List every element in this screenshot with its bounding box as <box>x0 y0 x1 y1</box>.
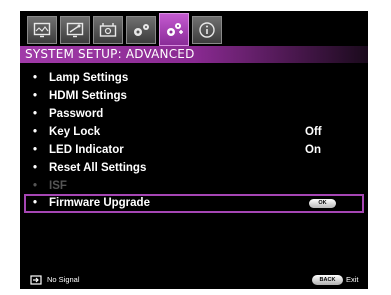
exit-label: Exit <box>346 275 359 284</box>
picture-advanced-icon <box>66 22 84 38</box>
system-setup-advanced-icon <box>167 22 183 36</box>
bullet: • <box>33 197 38 209</box>
menu-item-label: HDMI Settings <box>49 90 127 102</box>
menu-item-firmware-upgrade[interactable]: • Firmware Upgrade OK <box>24 194 364 213</box>
tab-picture[interactable] <box>27 16 57 44</box>
tab-picture-advanced[interactable] <box>60 16 90 44</box>
menu-title: SYSTEM SETUP: ADVANCED <box>25 47 195 61</box>
led-indicator-value: On <box>305 144 321 156</box>
audio-setup-icon <box>99 23 117 37</box>
bullet: • <box>33 180 38 192</box>
menu-footer: No Signal BACK Exit <box>20 271 368 289</box>
menu-item-reset-all-settings[interactable]: • Reset All Settings <box>25 159 363 177</box>
menu-item-isf: • ISF <box>25 177 363 195</box>
menu-item-label: Key Lock <box>49 126 101 138</box>
menu-item-key-lock[interactable]: • Key Lock Off <box>25 123 363 141</box>
tab-system-setup-advanced[interactable] <box>159 13 189 46</box>
menu-item-lamp-settings[interactable]: • Lamp Settings <box>25 69 363 87</box>
menu-item-label: ISF <box>49 180 67 192</box>
source-status: No Signal <box>47 275 80 284</box>
menu-item-led-indicator[interactable]: • LED Indicator On <box>25 141 363 159</box>
menu-title-bar: SYSTEM SETUP: ADVANCED <box>20 46 368 63</box>
back-button-hint: BACK <box>312 275 343 285</box>
ok-button-hint: OK <box>309 199 336 208</box>
bullet: • <box>33 126 38 138</box>
menu-tabs <box>20 11 368 46</box>
bullet: • <box>33 90 38 102</box>
bullet: • <box>33 72 38 84</box>
tab-information[interactable] <box>192 16 222 44</box>
tab-system-setup-basic[interactable] <box>126 16 156 44</box>
tab-audio-setup[interactable] <box>93 16 123 44</box>
bullet: • <box>33 144 38 156</box>
source-input-icon <box>30 275 42 285</box>
menu-item-hdmi-settings[interactable]: • HDMI Settings <box>25 87 363 105</box>
picture-icon <box>33 22 51 38</box>
bullet: • <box>33 108 38 120</box>
menu-item-label: Lamp Settings <box>49 72 129 84</box>
system-setup-basic-icon <box>134 24 149 36</box>
menu-item-label: Reset All Settings <box>49 162 147 174</box>
menu-item-password[interactable]: • Password <box>25 105 363 123</box>
bullet: • <box>33 162 38 174</box>
menu-item-label: Password <box>49 108 104 120</box>
menu-item-label: Firmware Upgrade <box>49 197 150 209</box>
info-icon <box>199 22 215 38</box>
osd-menu: SYSTEM SETUP: ADVANCED • Lamp Settings •… <box>20 11 368 289</box>
menu-item-label: LED Indicator <box>49 144 124 156</box>
key-lock-value: Off <box>305 126 322 138</box>
